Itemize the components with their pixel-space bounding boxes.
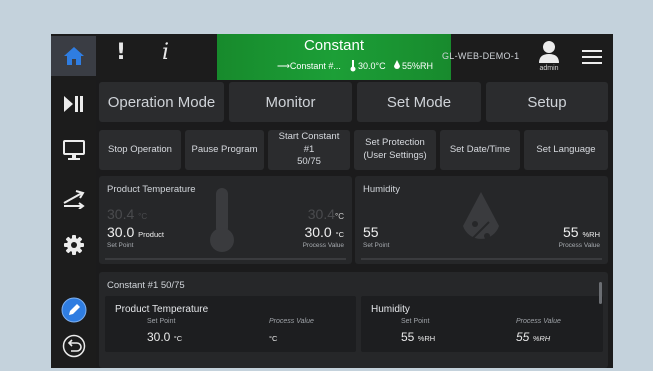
humidity-set-value: 55 [363, 224, 379, 240]
tab-setup[interactable]: Setup [486, 82, 608, 122]
program-title: Constant #1 50/75 [107, 280, 185, 291]
program-temp-process-label: Process Value [269, 318, 314, 325]
program-scrollbar[interactable] [599, 282, 602, 304]
sidebar-back[interactable] [51, 326, 96, 366]
set-protection-sub: (User Settings) [363, 150, 427, 161]
set-protection-button[interactable]: Set Protection (User Settings) [354, 130, 436, 170]
set-language-button[interactable]: Set Language [524, 130, 608, 170]
gear-icon [63, 235, 84, 255]
program-humidity-title: Humidity [371, 304, 410, 315]
status-program: ⟶Constant #... [277, 61, 341, 71]
play-pause-icon [63, 96, 83, 112]
menu-icon[interactable] [582, 49, 602, 65]
sidebar-home[interactable] [51, 36, 96, 76]
status-title: Constant [303, 37, 365, 54]
program-humidity-process-label: Process Value [516, 318, 561, 325]
top-bar: ! i Constant ⟶Constant #... 30.0°C 55%RH… [96, 34, 613, 80]
set-protection-label: Set Protection [365, 137, 425, 149]
monitor-icon [62, 140, 85, 160]
temp-progress-bar [105, 258, 346, 260]
program-humidity-set-label: Set Point [401, 318, 430, 325]
pause-program-button[interactable]: Pause Program [185, 130, 264, 170]
humidity-panel[interactable]: Humidity 55 Set Point 55 %RH Process Val… [355, 176, 608, 264]
temp-ghost-right: 30.4°C [307, 206, 344, 222]
tab-set-mode[interactable]: Set Mode [357, 82, 481, 122]
sidebar-transfer[interactable] [51, 178, 96, 218]
humidity-process-label: Process Value [558, 242, 600, 249]
alert-icon[interactable]: ! [116, 40, 126, 65]
droplet-small-icon [394, 60, 400, 69]
tab-monitor[interactable]: Monitor [229, 82, 352, 122]
temp-process-value: 30.0 °C [304, 224, 344, 240]
program-humidity-set-value: 55 %RH [401, 330, 436, 344]
temp-set-label: Set Point [107, 242, 134, 249]
humidity-title: Humidity [363, 184, 400, 195]
product-temperature-panel[interactable]: Product Temperature 30.4 °C 30.4°C 30.0 … [99, 176, 352, 264]
device-id: GL-WEB-DEMO-1 [442, 51, 520, 61]
program-temp-set-value: 30.0 °C [147, 330, 183, 344]
status-panel[interactable]: Constant ⟶Constant #... 30.0°C 55%RH [217, 34, 451, 80]
transfer-icon [63, 190, 85, 209]
home-icon [63, 47, 84, 65]
thermometer-icon [210, 188, 234, 252]
status-humidity: 55%RH [402, 61, 434, 71]
product-temperature-title: Product Temperature [107, 184, 196, 195]
edit-icon [61, 297, 86, 323]
temp-ghost-left: 30.4 °C [107, 206, 148, 222]
humidity-progress-bar [361, 258, 602, 260]
humidity-set-label: Set Point [363, 242, 390, 249]
info-icon[interactable]: i [162, 40, 169, 65]
start-constant-number: #1 [303, 143, 315, 155]
stop-operation-button[interactable]: Stop Operation [99, 130, 181, 170]
thermometer-small-icon [350, 60, 356, 72]
back-icon [62, 334, 85, 358]
status-temperature: 30.0°C [358, 61, 386, 71]
program-panel: Constant #1 50/75 Product Temperature Se… [99, 272, 608, 368]
program-humidity-process-value: 55 %RH [516, 330, 551, 344]
temp-set-value: 30.0 Product [107, 224, 164, 240]
temp-process-label: Process Value [302, 242, 344, 249]
program-temp-process-value: °C [269, 334, 278, 343]
humidity-process-value: 55 %RH [563, 224, 600, 240]
sidebar [51, 34, 96, 368]
tab-operation-mode[interactable]: Operation Mode [99, 82, 224, 122]
start-constant-label: Start Constant [278, 130, 340, 142]
sidebar-run-control[interactable] [51, 84, 96, 124]
program-humidity-card: Humidity Set Point Process Value 55 %RH … [361, 296, 603, 352]
start-constant-button[interactable]: Start Constant #1 50/75 [268, 130, 350, 170]
start-constant-setpoints: 50/75 [297, 156, 321, 168]
set-date-time-button[interactable]: Set Date/Time [440, 130, 520, 170]
program-temp-title: Product Temperature [115, 304, 209, 315]
sidebar-settings[interactable] [51, 225, 96, 265]
user-icon[interactable] [537, 40, 561, 64]
sidebar-monitor[interactable] [51, 130, 96, 170]
program-temp-set-label: Set Point [147, 318, 176, 325]
droplet-icon [463, 192, 499, 239]
program-temperature-card: Product Temperature Set Point Process Va… [105, 296, 356, 352]
app-frame: ! i Constant ⟶Constant #... 30.0°C 55%RH… [51, 34, 613, 368]
user-label: admin [539, 65, 559, 72]
sidebar-edit[interactable] [51, 290, 96, 330]
